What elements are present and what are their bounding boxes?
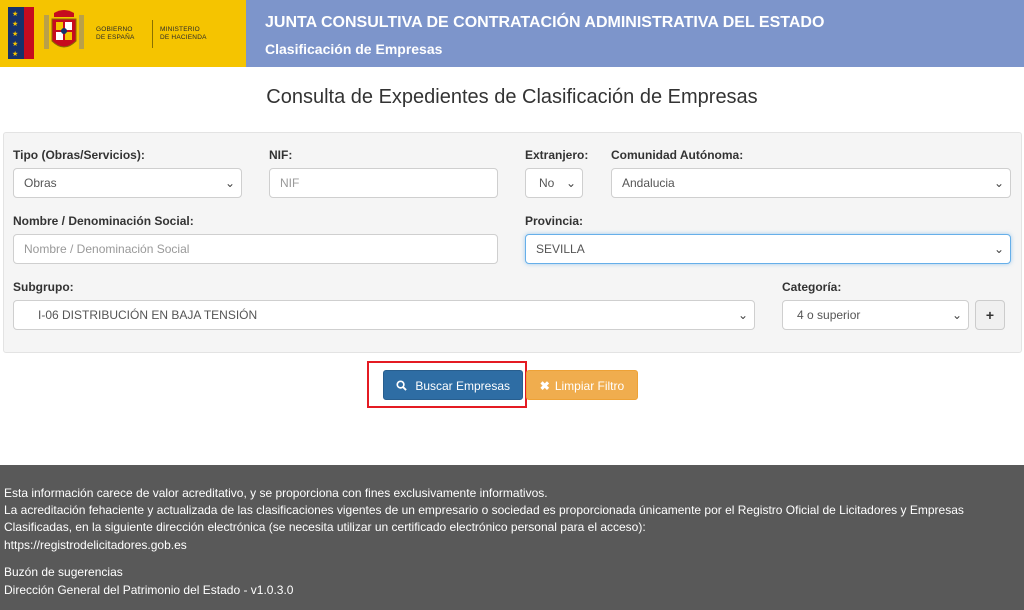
ministerio-text: MINISTERIO DE HACIENDA xyxy=(160,26,207,41)
chevron-down-icon: ⌄ xyxy=(224,176,235,190)
header-title: JUNTA CONSULTIVA DE CONTRATACIÓN ADMINIS… xyxy=(265,14,825,31)
nombre-placeholder: Nombre / Denominación Social xyxy=(24,242,190,256)
comunidad-value: Andalucia xyxy=(622,176,675,190)
nif-input[interactable]: NIF xyxy=(269,168,498,198)
comunidad-label: Comunidad Autónoma: xyxy=(611,148,744,162)
coat-of-arms-icon xyxy=(44,10,84,49)
gobierno-text: GOBIERNO DE ESPAÑA xyxy=(96,26,135,41)
nombre-label: Nombre / Denominación Social: xyxy=(13,214,194,228)
chevron-down-icon: ⌄ xyxy=(993,176,1004,190)
categoria-value: 4 o superior xyxy=(797,308,861,322)
subgrupo-value: I-06 DISTRIBUCIÓN EN BAJA TENSIÓN xyxy=(38,308,258,322)
clear-button-label: Limpiar Filtro xyxy=(554,379,625,393)
nombre-input[interactable]: Nombre / Denominación Social xyxy=(13,234,498,264)
nif-label: NIF: xyxy=(269,148,293,162)
page-title: Consulta de Expedientes de Clasificación… xyxy=(266,86,758,108)
search-icon xyxy=(396,379,410,393)
chevron-down-icon: ⌄ xyxy=(737,308,748,322)
comunidad-select[interactable]: Andalucia ⌄ xyxy=(611,168,1011,198)
extranjero-select[interactable]: No ⌄ xyxy=(525,168,583,198)
extranjero-label: Extranjero: xyxy=(525,148,589,162)
add-categoria-button[interactable]: + xyxy=(975,300,1005,330)
site-footer: Esta información carece de valor acredit… xyxy=(0,465,1024,610)
header-subtitle: Clasificación de Empresas xyxy=(265,41,443,57)
chevron-down-icon: ⌄ xyxy=(951,308,962,322)
footer-text: La acreditación fehaciente y actualizada… xyxy=(4,503,964,517)
search-button-label: Buscar Empresas xyxy=(415,379,511,393)
nif-placeholder: NIF xyxy=(280,176,300,190)
subgrupo-label: Subgrupo: xyxy=(13,280,74,294)
registro-link[interactable]: https://registrodelicitadores.gob.es xyxy=(4,538,187,552)
tipo-value: Obras xyxy=(24,176,57,190)
eu-flag-icon: ★ ★ ★ ★ ★ xyxy=(8,7,34,59)
footer-disclaimer: Esta información carece de valor acredit… xyxy=(4,486,548,500)
footer-text: Clasificadas, en la siguiente dirección … xyxy=(4,520,646,534)
tipo-select[interactable]: Obras ⌄ xyxy=(13,168,242,198)
filter-panel: Tipo (Obras/Servicios): Obras ⌄ NIF: NIF… xyxy=(3,132,1022,353)
provincia-value: SEVILLA xyxy=(536,242,585,256)
search-button[interactable]: Buscar Empresas xyxy=(383,370,523,400)
suggestions-link[interactable]: Buzón de sugerencias xyxy=(4,565,123,579)
provincia-select[interactable]: SEVILLA ⌄ xyxy=(525,234,1011,264)
logo-divider xyxy=(152,20,153,48)
clear-filter-button[interactable]: ✖ Limpiar Filtro xyxy=(526,370,638,400)
provincia-label: Provincia: xyxy=(525,214,584,228)
government-logo[interactable]: ★ ★ ★ ★ ★ GOBIERNO DE ESPAÑA MINISTERIO … xyxy=(0,0,246,67)
chevron-down-icon: ⌄ xyxy=(993,242,1004,256)
close-icon: ✖ xyxy=(539,379,550,393)
extranjero-value: No xyxy=(539,176,555,190)
footer-version: Dirección General del Patrimonio del Est… xyxy=(4,583,294,597)
categoria-label: Categoría: xyxy=(782,280,842,294)
subgrupo-select[interactable]: I-06 DISTRIBUCIÓN EN BAJA TENSIÓN ⌄ xyxy=(13,300,755,330)
tipo-label: Tipo (Obras/Servicios): xyxy=(13,148,145,162)
site-header: ★ ★ ★ ★ ★ GOBIERNO DE ESPAÑA MINISTERIO … xyxy=(0,0,1024,67)
categoria-select[interactable]: 4 o superior ⌄ xyxy=(782,300,969,330)
chevron-down-icon: ⌄ xyxy=(565,176,576,190)
